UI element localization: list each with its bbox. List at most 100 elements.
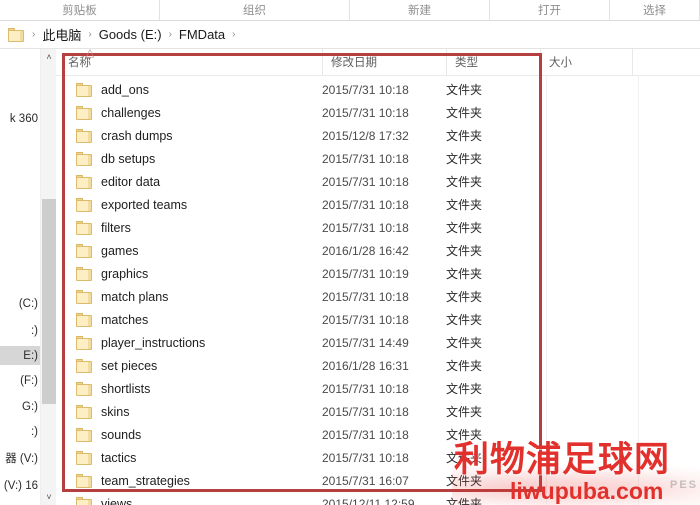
file-name-label: editor data [101,174,161,189]
file-name-cell[interactable]: sounds [56,427,322,442]
nav-item-label: :) [30,324,38,337]
breadcrumb-chevron-icon[interactable]: › [225,29,242,40]
table-row[interactable]: graphics 2015/7/31 10:19 文件夹 [56,262,700,285]
file-name-label: set pieces [101,358,158,373]
navigation-pane[interactable]: k 360 (C:) :) E:) (F:) G:) :) 器 (V:) (V:… [0,49,40,505]
table-row[interactable]: editor data 2015/7/31 10:18 文件夹 [56,170,700,193]
nav-item-label: (F:) [20,374,38,387]
watermark-domain-text: liwupuba.com [510,478,664,504]
nav-item-drive-g[interactable]: G:) [0,397,40,416]
nav-item-drive-v-16[interactable]: (V:) 16 [0,476,40,495]
scroll-down-arrow-icon[interactable]: ˅ [41,489,57,505]
file-name-label: views [101,496,133,505]
file-name-cell[interactable]: exported teams [56,197,322,212]
ribbon-group-clipboard[interactable]: 剪贴板 [0,0,160,20]
table-row[interactable]: crash dumps 2015/12/8 17:32 文件夹 [56,124,700,147]
file-date-cell: 2015/7/31 10:18 [322,289,409,304]
nav-item-k360[interactable]: k 360 [0,109,40,128]
file-date-cell: 2015/7/31 10:18 [322,427,409,442]
file-name-cell[interactable]: matches [56,312,322,327]
breadcrumb-chevron-icon[interactable]: › [81,29,98,40]
file-name-cell[interactable]: player_instructions [56,335,322,350]
file-name-cell[interactable]: views [56,496,322,505]
breadcrumb-item-this-pc[interactable]: 此电脑 [42,25,81,44]
column-header-divider [56,75,700,76]
ribbon-group-organize[interactable]: 组织 [160,0,350,20]
file-name-cell[interactable]: skins [56,404,322,419]
file-name-cell[interactable]: match plans [56,289,322,304]
file-date-cell: 2016/1/28 16:42 [322,243,409,258]
navigation-pane-scrollbar[interactable]: ˄ ˅ [40,49,56,505]
file-name-cell[interactable]: add_ons [56,82,322,97]
column-header-type[interactable]: 类型 [446,49,540,75]
breadcrumb-item-goods-e[interactable]: Goods (E:) [99,27,162,42]
sort-ascending-icon: △ [85,47,95,59]
file-list-pane[interactable]: 名称 修改日期 类型 大小 add_ons 2015/7/31 10:18 文件夹 c… [56,49,700,505]
address-bar[interactable]: › 此电脑 › Goods (E:) › FMData › [0,21,700,48]
table-row[interactable]: exported teams 2015/7/31 10:18 文件夹 [56,193,700,216]
file-name-cell[interactable]: challenges [56,105,322,120]
ribbon-group-new[interactable]: 新建 [350,0,490,20]
table-row[interactable]: match plans 2015/7/31 10:18 文件夹 [56,285,700,308]
file-name-cell[interactable]: filters [56,220,322,235]
column-header-date-modified-label: 修改日期 [331,57,377,69]
file-name-cell[interactable]: shortlists [56,381,322,396]
table-row[interactable]: skins 2015/7/31 10:18 文件夹 [56,400,700,423]
file-name-cell[interactable]: crash dumps [56,128,322,143]
file-type-cell: 文件夹 [446,129,483,143]
breadcrumb-item-fmdata[interactable]: FMData [179,27,225,42]
ribbon-group-organize-label: 组织 [243,5,266,17]
file-type-cell: 文件夹 [446,313,483,327]
table-row[interactable]: add_ons 2015/7/31 10:18 文件夹 [56,78,700,101]
nav-item-drive-d[interactable]: :) [0,321,40,340]
file-name-cell[interactable]: editor data [56,174,322,189]
file-name-cell[interactable]: tactics [56,450,322,465]
table-row[interactable]: games 2016/1/28 16:42 文件夹 [56,239,700,262]
nav-item-drive-v[interactable]: 器 (V:) [0,448,40,467]
file-type-cell: 文件夹 [446,336,483,350]
table-row[interactable]: matches 2015/7/31 10:18 文件夹 [56,308,700,331]
column-header-size[interactable]: 大小 [540,49,632,75]
file-date-cell: 2015/7/31 14:49 [322,335,409,350]
file-name-cell[interactable]: games [56,243,322,258]
file-name-cell[interactable]: team_strategies [56,473,322,488]
nav-item-drive-e[interactable]: E:) [0,346,40,365]
column-header-date-modified[interactable]: 修改日期 [322,49,446,75]
watermark-badge-text: PES [669,479,698,491]
ribbon-group-open-label: 打开 [538,5,561,17]
table-row[interactable]: player_instructions 2015/7/31 14:49 文件夹 [56,331,700,354]
file-type-cell: 文件夹 [446,244,483,258]
breadcrumb-chevron-icon[interactable]: › [162,29,179,40]
table-row[interactable]: set pieces 2016/1/28 16:31 文件夹 [56,354,700,377]
nav-item-drive-f[interactable]: (F:) [0,371,40,390]
file-name-label: matches [101,312,149,327]
scroll-up-arrow-icon[interactable]: ˄ [41,49,57,65]
file-date-cell: 2015/7/31 10:18 [322,151,409,166]
scrollbar-thumb[interactable] [42,199,56,404]
nav-item-drive-h[interactable]: :) [0,422,40,441]
file-name-label: challenges [101,105,161,120]
file-name-cell[interactable]: set pieces [56,358,322,373]
file-name-cell[interactable]: graphics [56,266,322,281]
file-type-cell: 文件夹 [446,198,483,212]
table-row[interactable]: shortlists 2015/7/31 10:18 文件夹 [56,377,700,400]
table-row[interactable]: challenges 2015/7/31 10:18 文件夹 [56,101,700,124]
nav-item-drive-c[interactable]: (C:) [0,294,40,313]
folder-icon [76,496,93,505]
folder-icon [76,151,93,166]
file-name-label: graphics [101,266,149,281]
file-date-cell: 2015/7/31 10:18 [322,381,409,396]
folder-icon [76,128,93,143]
ribbon-group-open[interactable]: 打开 [490,0,610,20]
file-name-cell[interactable]: db setups [56,151,322,166]
table-row[interactable]: filters 2015/7/31 10:18 文件夹 [56,216,700,239]
file-date-cell: 2015/7/31 10:18 [322,174,409,189]
file-date-cell: 2016/1/28 16:31 [322,358,409,373]
file-name-label: games [101,243,139,258]
ribbon-group-select[interactable]: 选择 [610,0,700,20]
folder-icon [76,289,93,304]
file-type-cell: 文件夹 [446,106,483,120]
ribbon-group-new-label: 新建 [408,5,431,17]
nav-item-label: G:) [22,400,38,413]
table-row[interactable]: db setups 2015/7/31 10:18 文件夹 [56,147,700,170]
